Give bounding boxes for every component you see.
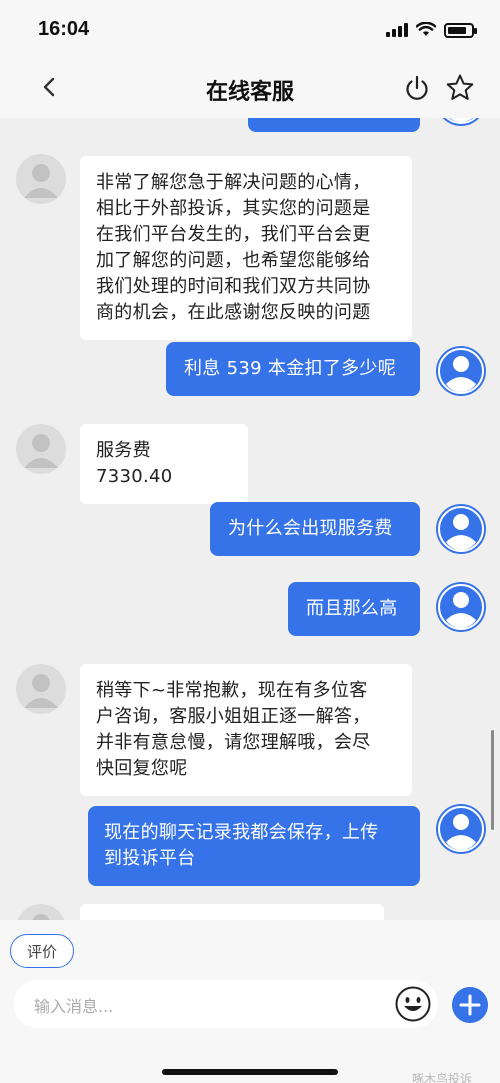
user-avatar-icon	[445, 118, 477, 124]
message-bubble: 服务费 7330.40	[80, 424, 248, 504]
message-bubble: 而且那么高	[288, 582, 420, 636]
bottom-bar: 评价 输入消息... 啄木鸟投诉	[0, 920, 500, 1083]
message-bubble: 现在的聊天记录我都会保存，上传 到投诉平台	[88, 806, 420, 886]
message-bubble: 为什么会出现服务费	[210, 502, 420, 556]
signal-icon	[386, 23, 408, 37]
agent-avatar	[16, 424, 66, 474]
agent-avatar-icon	[24, 674, 58, 708]
message-text-line: 现在的聊天记录我都会保存，上传	[104, 822, 379, 843]
watermark: 啄木鸟投诉	[412, 1072, 473, 1083]
message-text-line: 商的机会，在此感谢您反映的问题	[96, 302, 371, 323]
message-text-line: 稍等下~非常抱歉，现在有多位客	[96, 680, 368, 701]
user-avatar	[436, 804, 486, 854]
home-indicator	[162, 1069, 338, 1075]
emoji-icon[interactable]	[394, 985, 432, 1023]
message-bubble: 稍等下~非常抱歉，现在有多位客 户咨询，客服小姐姐正逐一解答， 并非有意怠慢，请…	[80, 664, 412, 796]
user-avatar-icon	[438, 348, 484, 394]
user-avatar	[436, 504, 486, 554]
chat-area[interactable]: 非常了解您急于解决问题的心情， 相比于外部投诉，其实您的问题是 在我们平台发生的…	[0, 118, 500, 920]
agent-avatar-icon	[24, 434, 58, 468]
message-bubble: 非常了解您急于解决问题的心情， 相比于外部投诉，其实您的问题是 在我们平台发生的…	[80, 156, 412, 340]
plus-icon[interactable]	[452, 987, 488, 1023]
message-text-line: 到投诉平台	[104, 848, 196, 869]
battery-icon	[444, 22, 477, 38]
message-text-line: 为什么会出现服务费	[228, 518, 393, 539]
nav-bar: 在线客服	[0, 60, 500, 118]
status-bar: 16:04	[0, 0, 500, 60]
message-text-line: 非常了解您急于解决问题的心情，	[96, 172, 371, 193]
message-text-line: 在我们平台发生的，我们平台会更	[96, 224, 371, 245]
user-avatar-icon	[438, 506, 484, 552]
next-message-bubble	[80, 904, 384, 920]
message-input-placeholder: 输入消息...	[34, 997, 114, 1016]
wifi-icon	[416, 22, 436, 36]
status-time: 16:04	[38, 18, 90, 40]
message-text-line: 而且那么高	[306, 598, 398, 619]
agent-avatar	[16, 904, 66, 920]
message-text-line: 快回复您呢	[96, 758, 188, 779]
user-avatar	[436, 582, 486, 632]
agent-avatar-icon	[24, 164, 58, 198]
message-text-line: 户咨询，客服小姐姐正逐一解答，	[96, 706, 371, 727]
message-bubble: 利息 539 本金扣了多少呢	[166, 342, 420, 396]
chat-scrollbar[interactable]	[491, 730, 494, 830]
previous-message-bubble	[248, 118, 420, 132]
user-avatar	[436, 118, 486, 126]
message-input[interactable]: 输入消息...	[14, 980, 438, 1028]
agent-avatar-icon	[32, 914, 50, 920]
message-text-line: 加了解您的问题，也希望您能够给	[96, 250, 371, 271]
message-text-line: 相比于外部投诉，其实您的问题是	[96, 198, 371, 219]
user-avatar-icon	[438, 584, 484, 630]
message-text-line: 服务费 7330.40	[96, 440, 173, 487]
user-avatar	[436, 346, 486, 396]
status-icons	[386, 22, 477, 38]
star-icon[interactable]	[444, 72, 476, 104]
message-text-line: 我们处理的时间和我们双方共同协	[96, 276, 371, 297]
power-icon[interactable]	[402, 73, 432, 103]
message-text-line: 利息 539 本金扣了多少呢	[184, 358, 396, 379]
rate-button[interactable]: 评价	[10, 934, 74, 968]
agent-avatar	[16, 664, 66, 714]
user-avatar-icon	[438, 806, 484, 852]
agent-avatar	[16, 154, 66, 204]
message-text-line: 并非有意怠慢，请您理解哦，会尽	[96, 732, 371, 753]
